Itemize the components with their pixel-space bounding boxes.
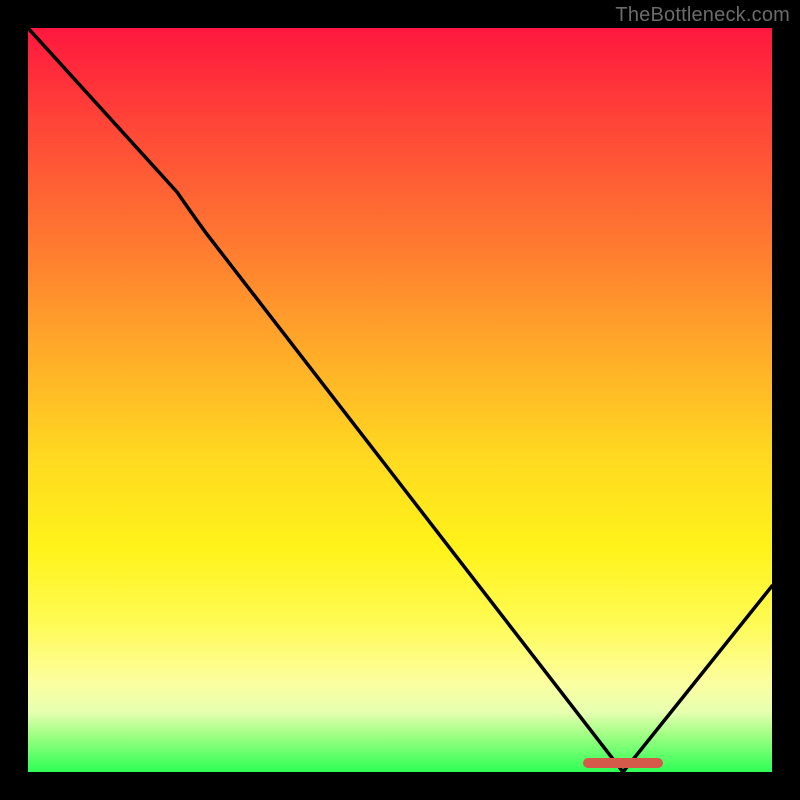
chart-frame: TheBottleneck.com xyxy=(0,0,800,800)
curve-path xyxy=(28,28,772,772)
plot-area xyxy=(28,28,772,772)
bottleneck-curve xyxy=(28,28,772,772)
watermark-text: TheBottleneck.com xyxy=(615,4,790,27)
optimal-range-marker xyxy=(583,758,663,768)
